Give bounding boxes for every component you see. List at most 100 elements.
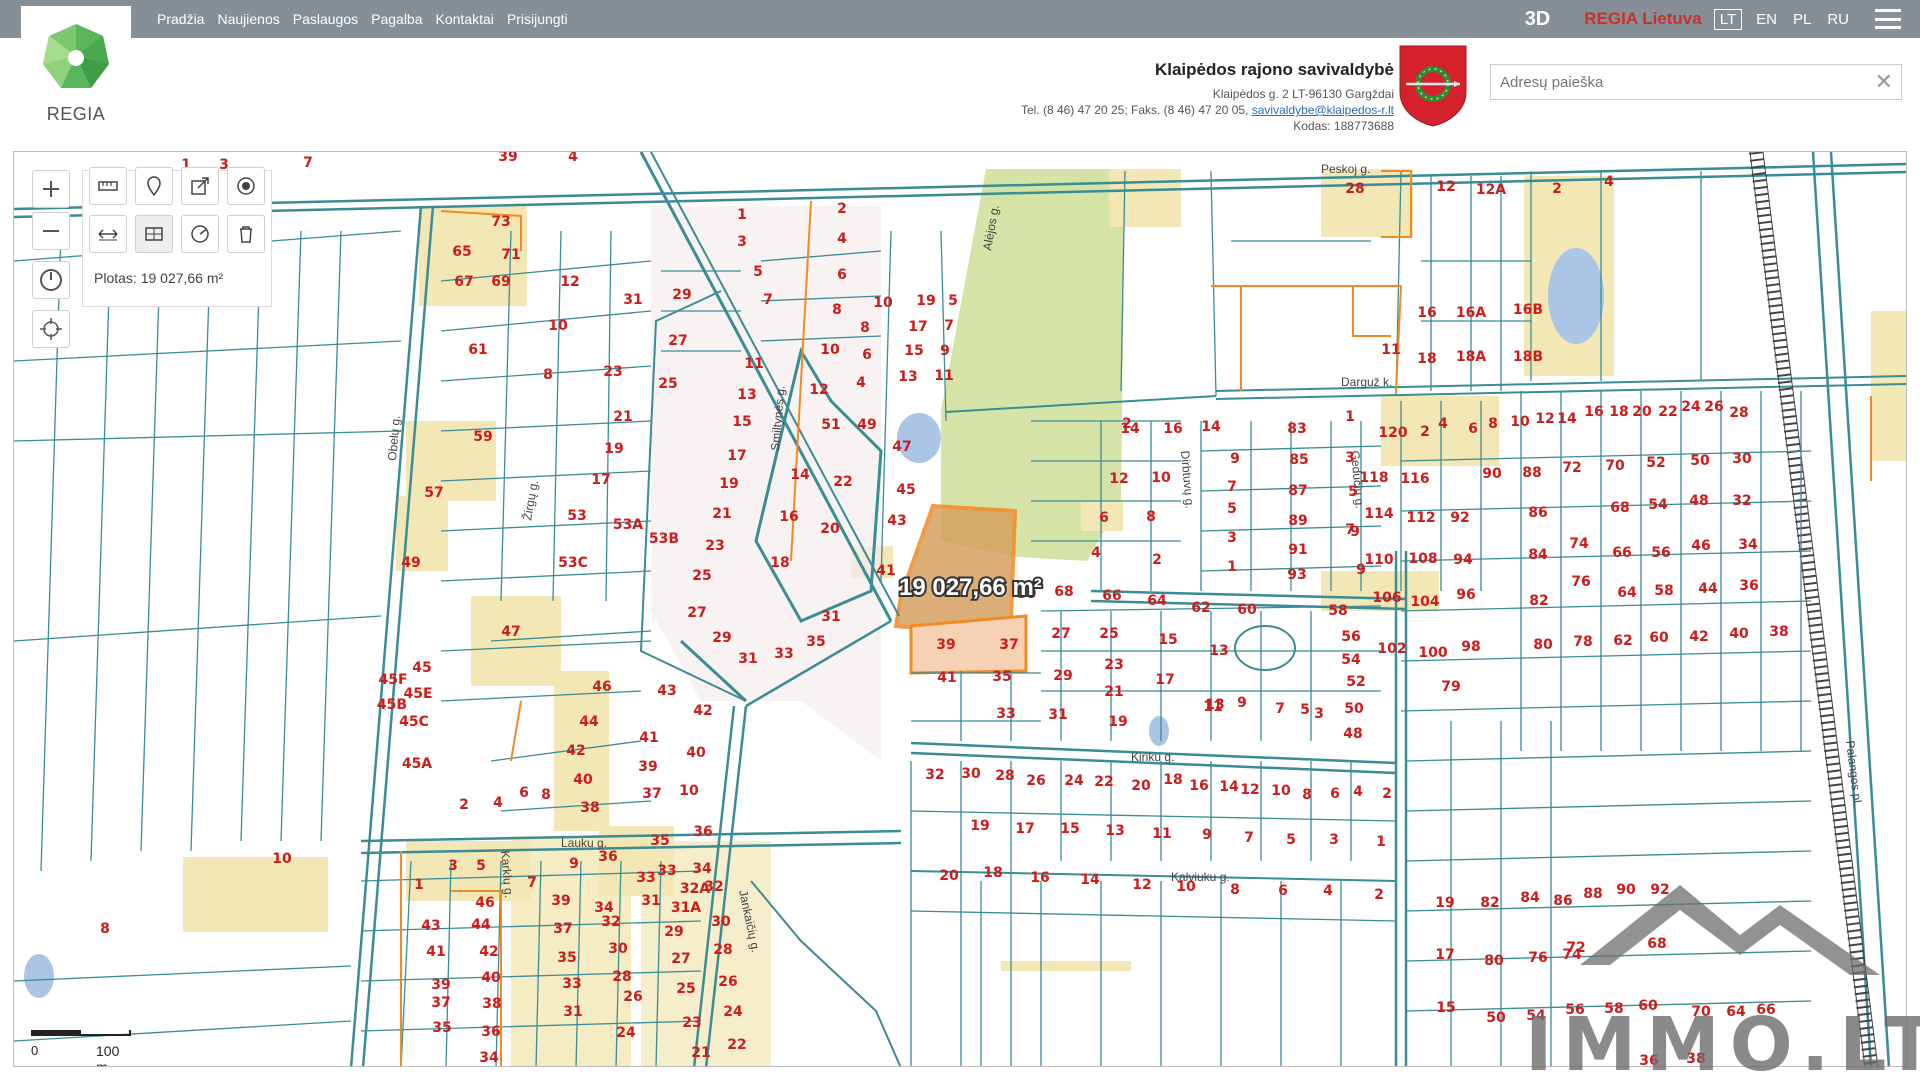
plot-number-label: 25 <box>1099 626 1118 642</box>
plot-number-label: 2 <box>837 201 847 217</box>
plot-number-label: 49 <box>857 417 876 433</box>
plot-number-label: 53A <box>613 517 643 533</box>
plot-number-label: 12 <box>1109 471 1128 487</box>
address-search-input[interactable] <box>1491 65 1861 99</box>
plot-number-label: 39 <box>936 637 955 653</box>
plot-number-label: 18 <box>1417 351 1436 367</box>
nav-services[interactable]: Paslaugos <box>293 11 358 27</box>
immo-watermark: IMMO.LT <box>1525 885 1920 1075</box>
3d-mode-button[interactable]: 3D <box>1525 8 1551 31</box>
street-label: Kiriku g. <box>1131 750 1174 764</box>
plot-number-label: 37 <box>431 995 450 1011</box>
plot-number-label: 2 <box>1420 424 1430 440</box>
plot-number-label: 42 <box>1689 629 1708 645</box>
nav-login[interactable]: Prisijungti <box>507 11 568 27</box>
trash-icon <box>240 226 252 243</box>
regia-lietuva-link[interactable]: REGIA Lietuva <box>1584 9 1701 29</box>
plot-number-label: 1 <box>414 877 424 893</box>
main-navigation: Pradžia Naujienos Paslaugos Pagalba Kont… <box>157 0 568 38</box>
plot-number-label: 114 <box>1364 506 1393 522</box>
plot-number-label: 92 <box>1450 510 1469 526</box>
hamburger-menu-icon[interactable] <box>1875 9 1901 29</box>
plot-number-label: 8 <box>1146 509 1156 525</box>
plot-number-label: 4 <box>837 231 847 247</box>
plot-number-label: 65 <box>452 244 471 260</box>
zoom-in-button[interactable] <box>32 170 70 208</box>
delete-measure-button[interactable] <box>227 215 265 253</box>
plot-number-label: 22 <box>833 474 852 490</box>
plot-number-label: 3 <box>1227 530 1237 546</box>
scale-zero-label: 0 <box>31 1043 39 1058</box>
municipality-phones: Tel. (8 46) 47 20 25; Faks. (8 46) 47 20… <box>1020 103 1252 117</box>
nav-news[interactable]: Naujienos <box>217 11 279 27</box>
municipality-email-link[interactable]: savivaldybe@klaipedos-r.lt <box>1252 103 1394 117</box>
ruler-tool-button[interactable] <box>89 167 127 205</box>
plot-number-label: 15 <box>904 343 923 359</box>
plot-number-label: 8 <box>543 367 553 383</box>
plot-number-label: 40 <box>1729 626 1749 642</box>
plot-number-label: 87 <box>1288 483 1307 499</box>
plot-number-label: 5 <box>1300 702 1310 718</box>
plot-number-label: 26 <box>1026 773 1045 789</box>
nav-help[interactable]: Pagalba <box>371 11 422 27</box>
plot-number-label: 34 <box>479 1050 499 1066</box>
plot-number-label: 73 <box>491 214 510 230</box>
compass-button[interactable] <box>32 261 70 299</box>
language-lt[interactable]: LT <box>1713 8 1743 30</box>
plot-number-label: 3 <box>737 234 747 250</box>
target-tool-button[interactable] <box>227 167 265 205</box>
plot-number-label: 40 <box>686 745 706 761</box>
locate-button[interactable] <box>32 310 70 348</box>
plot-number-label: 26 <box>718 974 737 990</box>
plot-number-label: 44 <box>1698 581 1718 597</box>
plot-number-label: 45 <box>412 660 431 676</box>
plot-number-label: 42 <box>566 743 585 759</box>
language-en[interactable]: EN <box>1756 11 1777 28</box>
plot-number-label: 28 <box>612 969 631 985</box>
plot-number-label: 5 <box>753 264 763 280</box>
plot-number-label: 1 <box>1376 834 1386 850</box>
plot-number-label: 68 <box>1610 500 1629 516</box>
plot-number-label: 4 <box>1091 545 1101 561</box>
plot-number-label: 8 <box>1488 416 1498 432</box>
pin-tool-button[interactable] <box>135 167 173 205</box>
language-pl[interactable]: PL <box>1793 11 1811 28</box>
plot-number-label: 41 <box>426 944 445 960</box>
plot-number-label: 45C <box>399 714 429 730</box>
plot-number-label: 24 <box>723 1004 743 1020</box>
plot-number-label: 71 <box>501 247 520 263</box>
plot-number-label: 15 <box>1436 1000 1455 1016</box>
plus-icon <box>43 181 59 197</box>
municipality-title: Klaipėdos rajono savivaldybė <box>1154 60 1394 79</box>
language-ru[interactable]: RU <box>1827 11 1849 28</box>
plot-number-label: 27 <box>671 951 690 967</box>
plot-number-label: 67 <box>454 274 473 290</box>
plot-number-label: 33 <box>774 646 793 662</box>
minus-icon <box>43 230 59 232</box>
plot-number-label: 51 <box>821 417 840 433</box>
plot-number-label: 21 <box>613 409 632 425</box>
plot-number-label: 43 <box>421 918 440 934</box>
plot-number-label: 76 <box>1571 574 1590 590</box>
search-clear-icon[interactable]: ✕ <box>1875 70 1893 94</box>
plot-number-label: 64 <box>1617 585 1637 601</box>
area-measure-button[interactable] <box>135 215 173 253</box>
nav-contacts[interactable]: Kontaktai <box>436 11 494 27</box>
plot-number-label: 100 <box>1418 645 1447 661</box>
plot-number-label: 2 <box>1382 786 1392 802</box>
length-measure-button[interactable] <box>89 215 127 253</box>
plot-number-label: 20 <box>939 868 959 884</box>
plot-number-label: 16 <box>1584 404 1603 420</box>
street-label: Palangos pl. <box>1843 740 1865 807</box>
plot-number-label: 79 <box>1441 679 1460 695</box>
plot-number-label: 29 <box>664 924 683 940</box>
plot-number-label: 5 <box>948 293 958 309</box>
circle-measure-button[interactable] <box>181 215 219 253</box>
export-tool-button[interactable] <box>181 167 219 205</box>
nav-home[interactable]: Pradžia <box>157 11 204 27</box>
plot-number-label: 72 <box>1562 460 1581 476</box>
zoom-out-button[interactable] <box>32 212 70 250</box>
regia-logo[interactable]: REGIA <box>21 6 131 130</box>
plot-number-label: 19 <box>719 476 738 492</box>
plot-number-label: 37 <box>999 637 1018 653</box>
